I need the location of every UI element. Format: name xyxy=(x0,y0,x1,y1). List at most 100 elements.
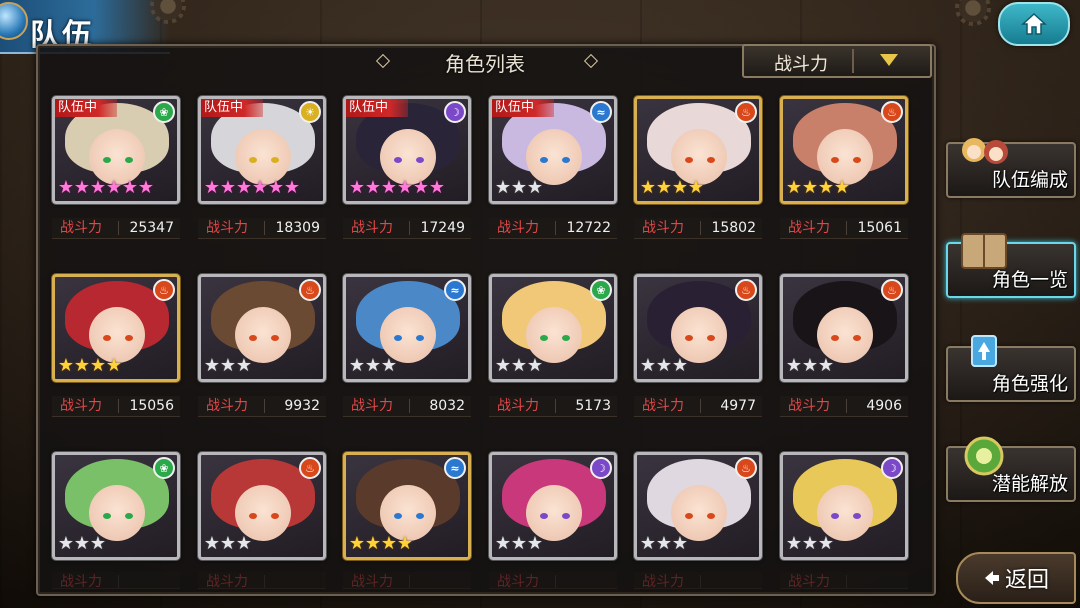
character-card[interactable]: ☽ ★ ★ ★ xyxy=(489,452,617,560)
star-icon: ★ xyxy=(235,355,253,376)
star-icon: ★ xyxy=(89,533,107,554)
combat-power-label: 战斗力 xyxy=(60,220,102,236)
combat-power-divider xyxy=(555,399,556,413)
star-icon: ★ xyxy=(817,355,835,376)
character-card[interactable]: ♨ ★ ★ ★ xyxy=(198,274,326,382)
combat-power-label: 战斗力 xyxy=(497,398,539,414)
combat-power-row: 战斗力 5173 xyxy=(489,396,617,417)
combat-power-value: 18309 xyxy=(275,220,320,236)
character-card[interactable]: ☽ ★ ★ ★ xyxy=(780,452,908,560)
combat-power-divider xyxy=(846,575,847,588)
character-card[interactable]: 队伍中 ☽ ★ ★ ★ ★ ★ ★ xyxy=(343,96,471,204)
combat-power-row: 战斗力 xyxy=(52,572,180,589)
home-button[interactable] xyxy=(998,2,1070,46)
character-card[interactable]: 队伍中 ☀ ★ ★ ★ ★ ★ ★ xyxy=(198,96,326,204)
rarity-stars: ★ ★ ★ xyxy=(494,179,543,199)
combat-power-label: 战斗力 xyxy=(642,574,684,589)
rarity-stars: ★ ★ ★ xyxy=(785,355,835,377)
dark-element-icon: ☽ xyxy=(881,457,903,479)
back-button[interactable]: 返回 xyxy=(956,552,1076,604)
character-eye xyxy=(125,157,133,163)
side-menu-book-button[interactable]: 角色一览 xyxy=(946,233,1076,298)
combat-power-row: 战斗力 xyxy=(343,572,471,589)
character-eye xyxy=(103,157,111,163)
character-eye xyxy=(831,513,839,519)
home-icon xyxy=(1021,12,1047,35)
character-card[interactable]: ♨ ★ ★ ★ xyxy=(634,274,762,382)
wind-element-icon: ❀ xyxy=(153,101,175,123)
character-card[interactable]: ❀ ★ ★ ★ xyxy=(489,274,617,382)
star-icon: ★ xyxy=(833,177,851,198)
character-card[interactable]: ❀ ★ ★ ★ xyxy=(52,452,180,560)
combat-power-value: 15061 xyxy=(857,220,902,236)
gear-decoration-icon xyxy=(955,0,991,26)
dark-element-icon: ☽ xyxy=(590,457,612,479)
sort-divider xyxy=(852,49,854,73)
rarity-stars: ★ ★ ★ ★ xyxy=(57,355,123,377)
star-icon: ★ xyxy=(817,533,835,554)
back-arrow-icon xyxy=(984,571,999,585)
star-icon: ★ xyxy=(671,533,689,554)
combat-power-divider xyxy=(409,399,410,413)
character-card[interactable]: ♨ ★ ★ ★ ★ xyxy=(780,96,908,204)
combat-power-row: 战斗力 25347 xyxy=(52,218,180,239)
side-menu-potential-button[interactable]: 潜能解放 xyxy=(946,436,1076,502)
character-card[interactable]: ♨ ★ ★ ★ xyxy=(198,452,326,560)
star-icon: ★ xyxy=(671,355,689,376)
rarity-stars: ★ ★ ★ xyxy=(639,355,689,377)
character-card[interactable]: ♨ ★ ★ ★ ★ xyxy=(634,96,762,204)
combat-power-row: 战斗力 4906 xyxy=(780,396,908,417)
side-menu-party-button[interactable]: 队伍编成 xyxy=(946,138,1076,198)
character-eye xyxy=(271,335,279,341)
character-eye xyxy=(271,157,279,163)
rarity-stars: ★ ★ ★ ★ xyxy=(639,177,705,199)
star-icon: ★ xyxy=(396,533,414,554)
fire-element-icon: ♨ xyxy=(735,279,757,301)
side-menu-enhance-button[interactable]: 角色强化 xyxy=(946,335,1076,402)
combat-power-divider xyxy=(118,575,119,588)
combat-power-divider xyxy=(846,399,847,413)
combat-power-label: 战斗力 xyxy=(351,220,393,236)
in-party-badge: 队伍中 xyxy=(201,99,263,117)
rarity-stars: ★ ★ ★ xyxy=(57,533,107,555)
character-card[interactable]: ♨ ★ ★ ★ ★ xyxy=(52,274,180,382)
character-card[interactable]: ≈ ★ ★ ★ ★ xyxy=(343,452,471,560)
sort-dropdown[interactable]: 战斗力 xyxy=(742,44,932,78)
combat-power-divider xyxy=(555,575,556,588)
character-card[interactable]: ♨ ★ ★ ★ xyxy=(634,452,762,560)
character-eye xyxy=(685,513,693,519)
combat-power-divider xyxy=(700,575,701,588)
character-card[interactable]: ♨ ★ ★ ★ xyxy=(780,274,908,382)
character-eye xyxy=(416,335,424,341)
combat-power-value: 5173 xyxy=(575,398,611,414)
combat-power-value: 25347 xyxy=(129,220,174,236)
fire-element-icon: ♨ xyxy=(735,101,757,123)
combat-power-value: 4977 xyxy=(720,398,756,414)
character-eye xyxy=(831,157,839,163)
star-icon: ★ xyxy=(105,355,123,376)
sort-label: 战斗力 xyxy=(774,54,828,75)
rarity-stars: ★ ★ ★ ★ ★ ★ xyxy=(348,179,445,199)
star-icon: ★ xyxy=(380,355,398,376)
side-menu-label: 角色一览 xyxy=(991,269,1068,291)
rarity-stars: ★ ★ ★ xyxy=(203,355,253,377)
star-icon: ★ xyxy=(137,177,155,198)
combat-power-divider xyxy=(118,221,119,235)
combat-power-value: 8032 xyxy=(429,398,465,414)
character-eye xyxy=(394,157,402,163)
character-card[interactable]: 队伍中 ❀ ★ ★ ★ ★ ★ ★ xyxy=(52,96,180,204)
water-element-icon: ≈ xyxy=(444,279,466,301)
combat-power-value: 4906 xyxy=(866,398,902,414)
back-label: 返回 xyxy=(1004,568,1049,593)
combat-power-label: 战斗力 xyxy=(642,220,684,236)
rarity-stars: ★ ★ ★ xyxy=(639,533,689,555)
star-icon: ★ xyxy=(687,177,705,198)
combat-power-divider xyxy=(118,399,119,413)
in-party-badge: 队伍中 xyxy=(346,99,408,117)
combat-power-divider xyxy=(409,575,410,588)
character-card[interactable]: 队伍中 ≈ ★ ★ ★ xyxy=(489,96,617,204)
combat-power-divider xyxy=(264,221,265,235)
star-icon: ★ xyxy=(526,355,544,376)
fire-element-icon: ♨ xyxy=(881,279,903,301)
character-card[interactable]: ≈ ★ ★ ★ xyxy=(343,274,471,382)
